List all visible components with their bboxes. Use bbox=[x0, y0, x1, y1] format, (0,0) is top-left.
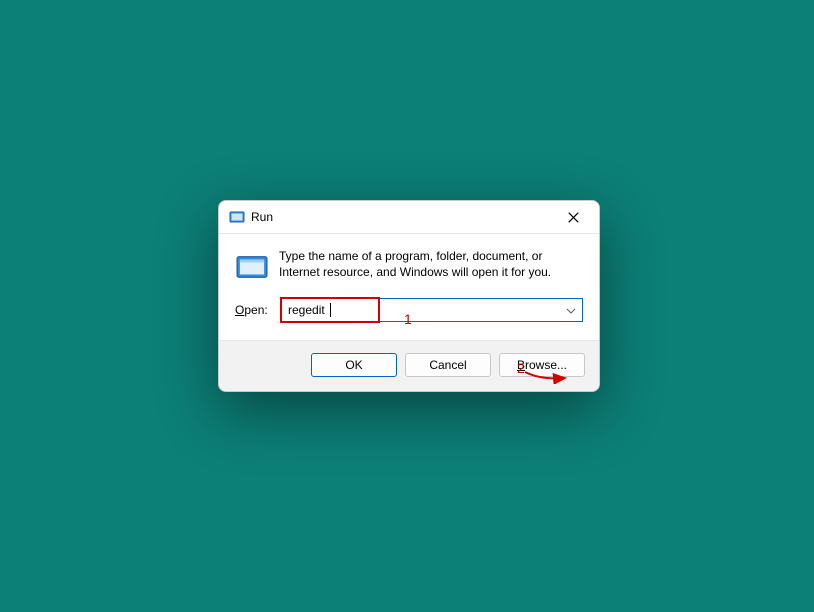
run-icon bbox=[229, 209, 245, 225]
ok-button[interactable]: OK bbox=[311, 353, 397, 377]
close-button[interactable] bbox=[553, 203, 593, 231]
browse-button-label: Browse... bbox=[517, 358, 567, 372]
titlebar[interactable]: Run bbox=[219, 201, 599, 234]
open-combobox[interactable] bbox=[281, 298, 583, 322]
open-label: Open: bbox=[235, 303, 281, 317]
open-row: Open: bbox=[219, 288, 599, 340]
run-large-icon bbox=[235, 250, 269, 284]
cancel-button[interactable]: Cancel bbox=[405, 353, 491, 377]
run-dialog: Run Type the name of a program, folder, … bbox=[218, 200, 600, 392]
chevron-down-icon[interactable] bbox=[566, 305, 576, 315]
dialog-description: Type the name of a program, folder, docu… bbox=[279, 248, 583, 280]
button-row: OK Cancel Browse... bbox=[219, 340, 599, 391]
dialog-body: Type the name of a program, folder, docu… bbox=[219, 234, 599, 288]
text-caret bbox=[330, 303, 331, 317]
open-input[interactable] bbox=[282, 299, 582, 321]
ok-button-label: OK bbox=[345, 358, 362, 372]
browse-button[interactable]: Browse... bbox=[499, 353, 585, 377]
dialog-title: Run bbox=[251, 210, 553, 224]
cancel-button-label: Cancel bbox=[429, 358, 466, 372]
